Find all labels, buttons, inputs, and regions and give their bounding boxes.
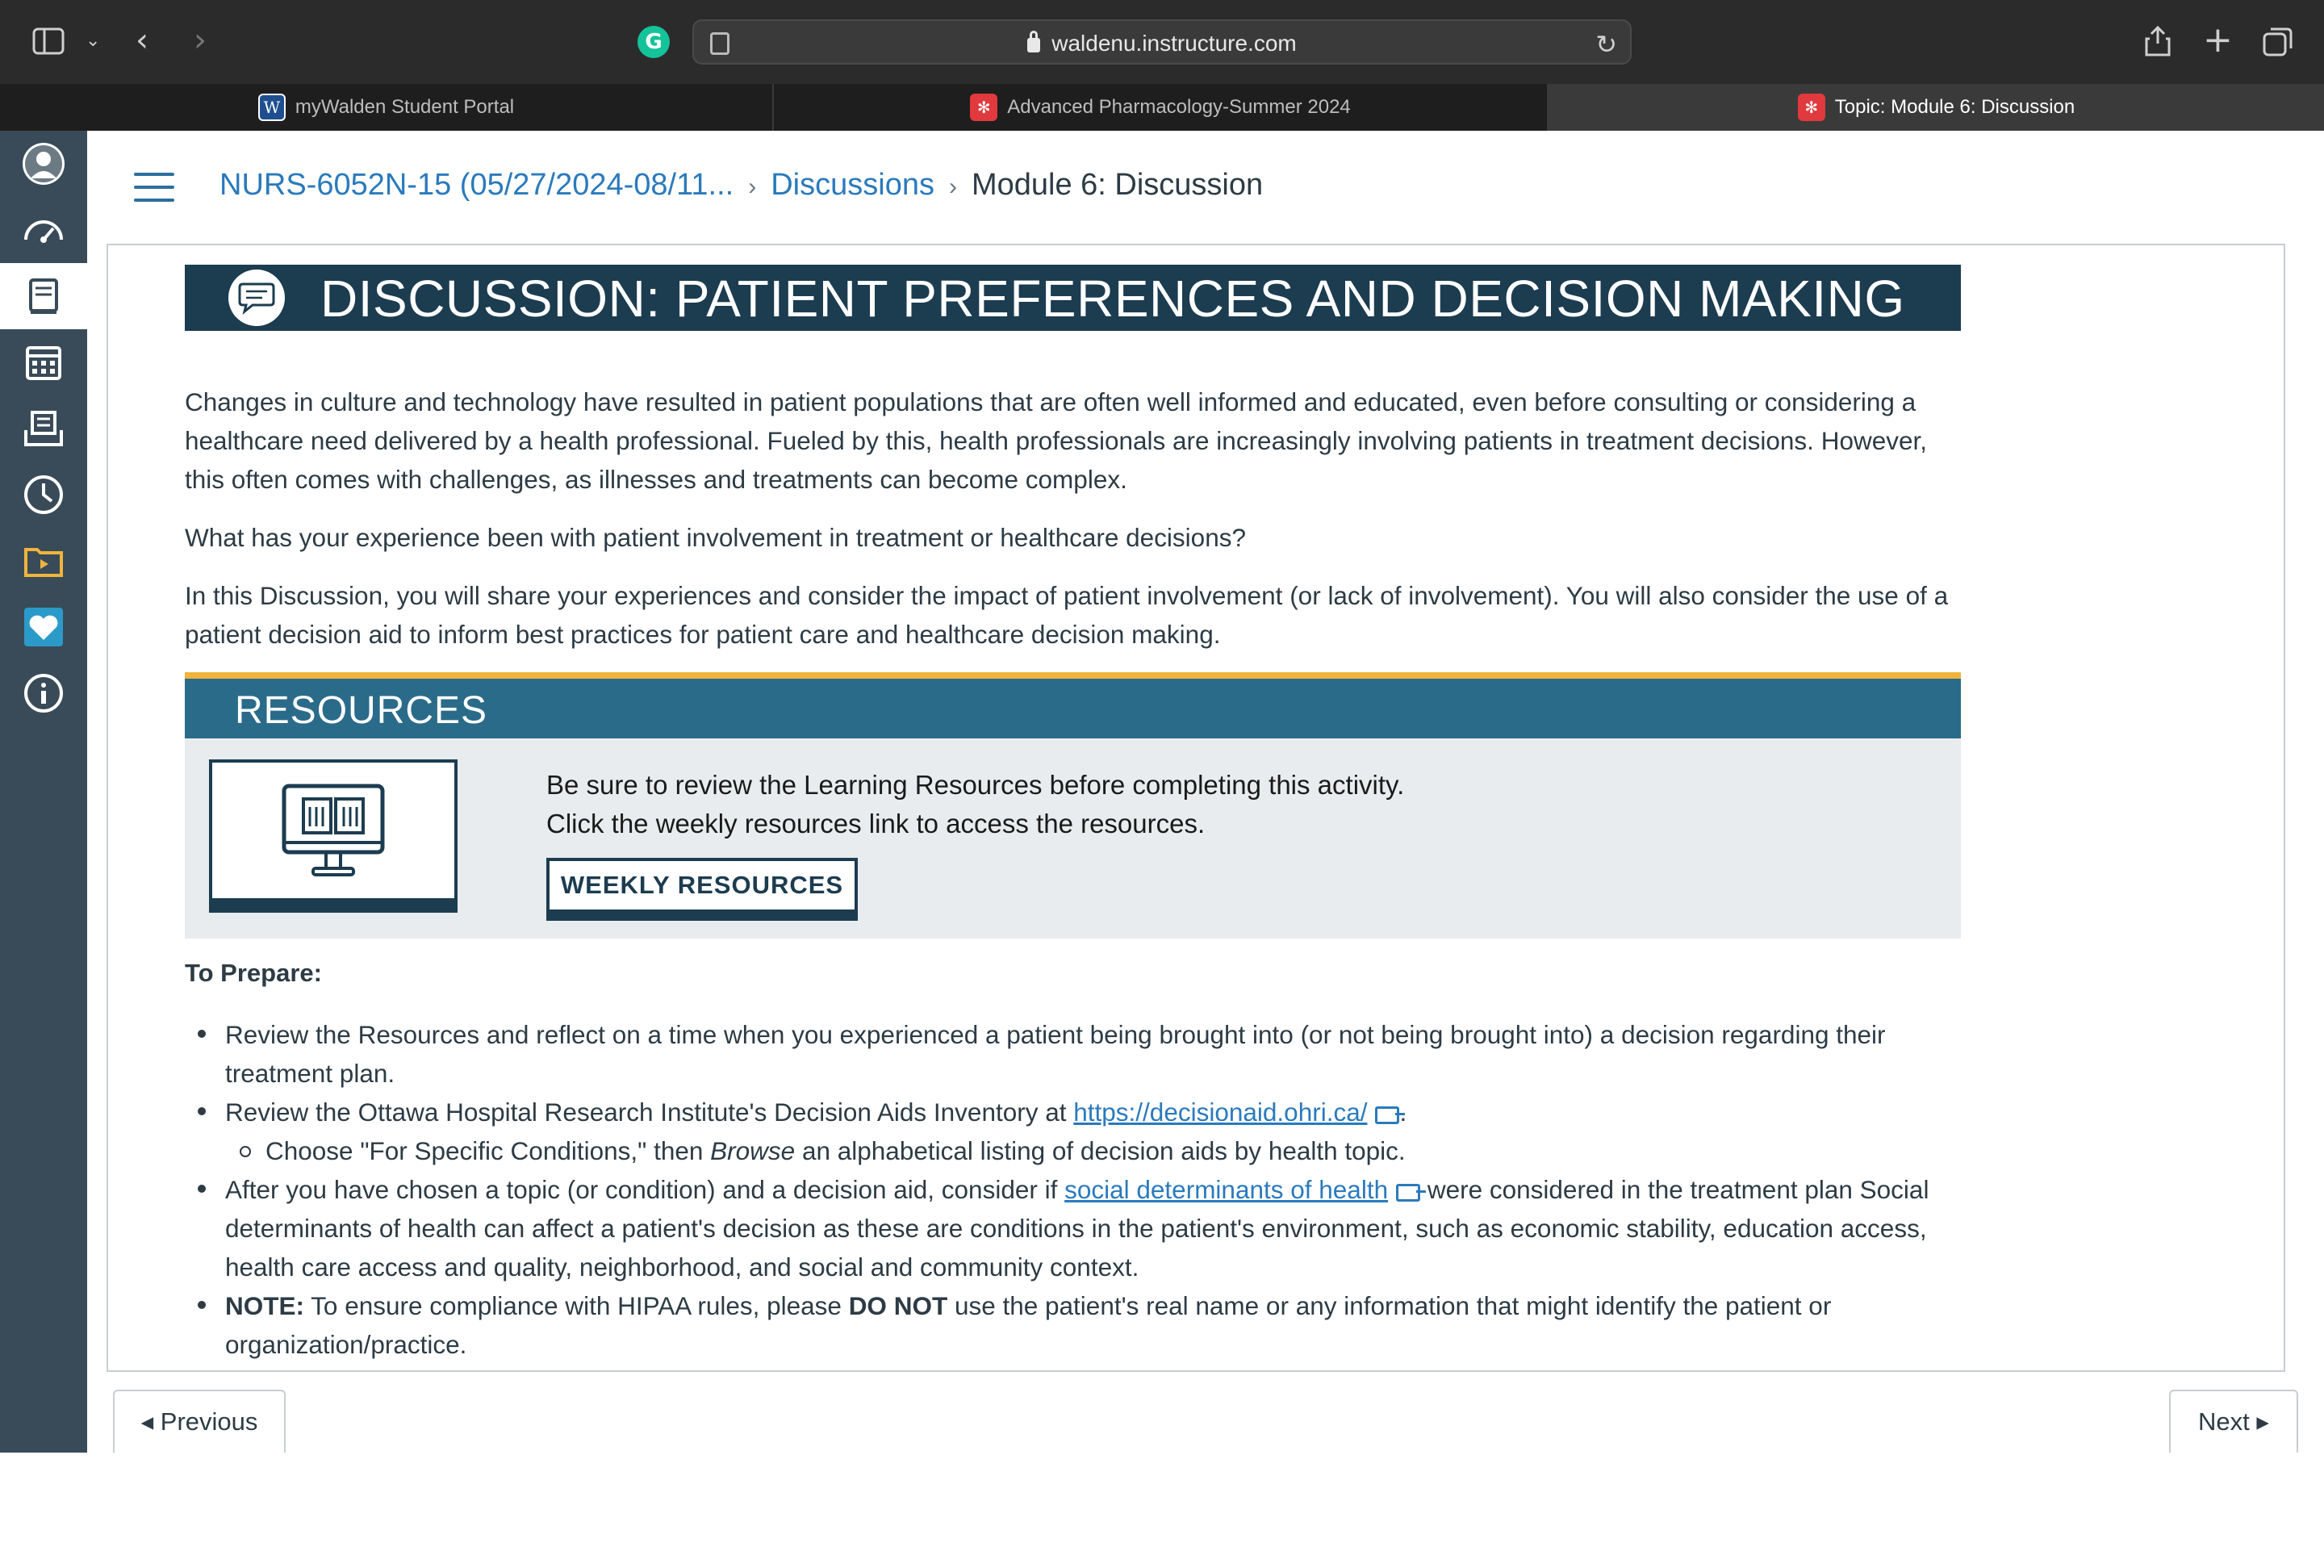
social-determinants-link[interactable]: social determinants of health <box>1064 1175 1388 1204</box>
intro-paragraph-3: In this Discussion, you will share your … <box>185 581 1949 649</box>
list-item-bold: DO NOT <box>848 1291 948 1320</box>
page-title: DISCUSSION: PATIENT PREFERENCES AND DECI… <box>320 270 1905 328</box>
resources-line-2: Click the weekly resources link to acces… <box>546 809 1206 838</box>
list-item: NOTE: To ensure compliance with HIPAA ru… <box>185 1286 1961 1364</box>
account-icon[interactable] <box>0 131 87 197</box>
resources-title: RESOURCES <box>235 689 488 732</box>
list-item-text: Review the Resources and reflect on a ti… <box>225 1020 1886 1088</box>
tab-label: Topic: Module 6: Discussion <box>1834 96 2075 118</box>
list-item-text: Choose "For Specific Conditions," then <box>265 1136 711 1165</box>
list-item: Review the Resources and reflect on a ti… <box>185 1015 1961 1093</box>
reload-icon[interactable]: ↻ <box>1595 29 1617 60</box>
tab-mywalden[interactable]: W myWalden Student Portal <box>0 84 774 131</box>
hamburger-menu-icon[interactable] <box>134 173 174 202</box>
global-nav <box>0 131 87 1561</box>
canvas-icon: ✻ <box>970 94 998 121</box>
canvas-icon: ✻ <box>1797 94 1825 121</box>
share-icon[interactable] <box>2143 24 2172 61</box>
calendar-icon[interactable] <box>0 329 87 395</box>
computer-book-icon <box>209 759 458 913</box>
inbox-icon[interactable] <box>0 395 87 462</box>
intro-paragraph-1: Changes in culture and technology have r… <box>185 387 1927 494</box>
breadcrumb-discussions-link[interactable]: Discussions <box>771 168 934 202</box>
lock-icon <box>1027 31 1041 52</box>
resources-line-1: Be sure to review the Learning Resources… <box>546 770 1405 800</box>
resources-header: RESOURCES <box>185 672 1961 738</box>
chevron-down-icon[interactable]: ⌄ <box>86 32 100 50</box>
forward-icon[interactable]: › <box>194 24 207 56</box>
breadcrumb: NURS-6052N-15 (05/27/2024-08/11... › Discu… <box>219 168 1263 203</box>
discussion-chat-icon <box>228 270 285 326</box>
sidebar-toggle-icon[interactable] <box>32 27 65 60</box>
studio-folder-icon[interactable] <box>0 528 87 594</box>
external-link-icon <box>1375 1106 1406 1124</box>
list-item-text: an alphabetical listing of decision aids… <box>795 1136 1406 1165</box>
to-prepare-heading: To Prepare: <box>185 959 322 987</box>
list-item-emphasis: Browse <box>710 1136 796 1165</box>
discussion-banner: DISCUSSION: PATIENT PREFERENCES AND DECI… <box>185 265 1961 331</box>
decision-aid-link[interactable]: https://decisionaid.ohri.ca/ <box>1073 1098 1367 1127</box>
tab-label: myWalden Student Portal <box>295 96 515 118</box>
prepare-list: Review the Resources and reflect on a ti… <box>185 1015 1961 1364</box>
list-item: After you have chosen a topic (or condit… <box>185 1170 1961 1286</box>
walden-w-icon: W <box>257 94 286 121</box>
tab-overview-icon[interactable] <box>2263 26 2293 61</box>
breadcrumb-separator-icon: › <box>948 174 957 200</box>
new-tab-icon[interactable]: + <box>2203 23 2233 58</box>
note-label: NOTE: <box>225 1291 304 1320</box>
help-icon[interactable] <box>0 660 87 726</box>
wellness-heart-icon[interactable] <box>0 594 87 660</box>
history-icon[interactable] <box>0 462 87 528</box>
tab-label: Advanced Pharmacology-Summer 2024 <box>1007 96 1351 118</box>
sub-list: Choose "For Specific Conditions," then B… <box>225 1131 1961 1170</box>
resources-text: Be sure to review the Learning Resources… <box>546 766 1404 843</box>
tab-strip: W myWalden Student Portal ✻ Advanced Pha… <box>0 84 2324 131</box>
next-button[interactable]: Next ▸ <box>2169 1390 2298 1453</box>
tab-module-6-discussion[interactable]: ✻ Topic: Module 6: Discussion <box>1549 84 2324 131</box>
url-text: waldenu.instructure.com <box>1051 31 1297 56</box>
external-link-icon <box>1396 1184 1427 1202</box>
list-item: Review the Ottawa Hospital Research Inst… <box>185 1093 1961 1170</box>
intro-paragraph-2: What has your experience been with patie… <box>185 523 1246 552</box>
list-item-text: After you have chosen a topic (or condit… <box>225 1175 1065 1204</box>
previous-button[interactable]: ◂ Previous <box>113 1390 286 1453</box>
grammarly-icon[interactable]: G <box>637 26 670 58</box>
collapse-nav-icon[interactable] <box>23 1532 66 1564</box>
browser-toolbar: ⌄ ‹ › G waldenu.instructure.com ↻ + <box>0 0 2324 84</box>
course-header: NURS-6052N-15 (05/27/2024-08/11... › Discu… <box>87 131 2324 245</box>
courses-icon[interactable] <box>0 263 87 329</box>
breadcrumb-separator-icon: › <box>748 174 757 200</box>
breadcrumb-current: Module 6: Discussion <box>971 168 1264 202</box>
breadcrumb-course-link[interactable]: NURS-6052N-15 (05/27/2024-08/11... <box>219 168 734 202</box>
resources-panel: Be sure to review the Learning Resources… <box>185 738 1961 939</box>
list-item-text: . <box>1399 1098 1407 1127</box>
sub-list-item: Choose "For Specific Conditions," then B… <box>225 1131 1961 1170</box>
tab-pharmacology[interactable]: ✻ Advanced Pharmacology-Summer 2024 <box>774 84 1549 131</box>
back-icon[interactable]: ‹ <box>136 24 148 56</box>
list-item-text: Review the Ottawa Hospital Research Inst… <box>225 1098 1074 1127</box>
url-bar[interactable]: waldenu.instructure.com ↻ <box>692 19 1632 65</box>
list-item-text: To ensure compliance with HIPAA rules, p… <box>304 1291 849 1320</box>
dashboard-icon[interactable] <box>0 197 87 263</box>
weekly-resources-button[interactable]: WEEKLY RESOURCES <box>546 858 858 921</box>
